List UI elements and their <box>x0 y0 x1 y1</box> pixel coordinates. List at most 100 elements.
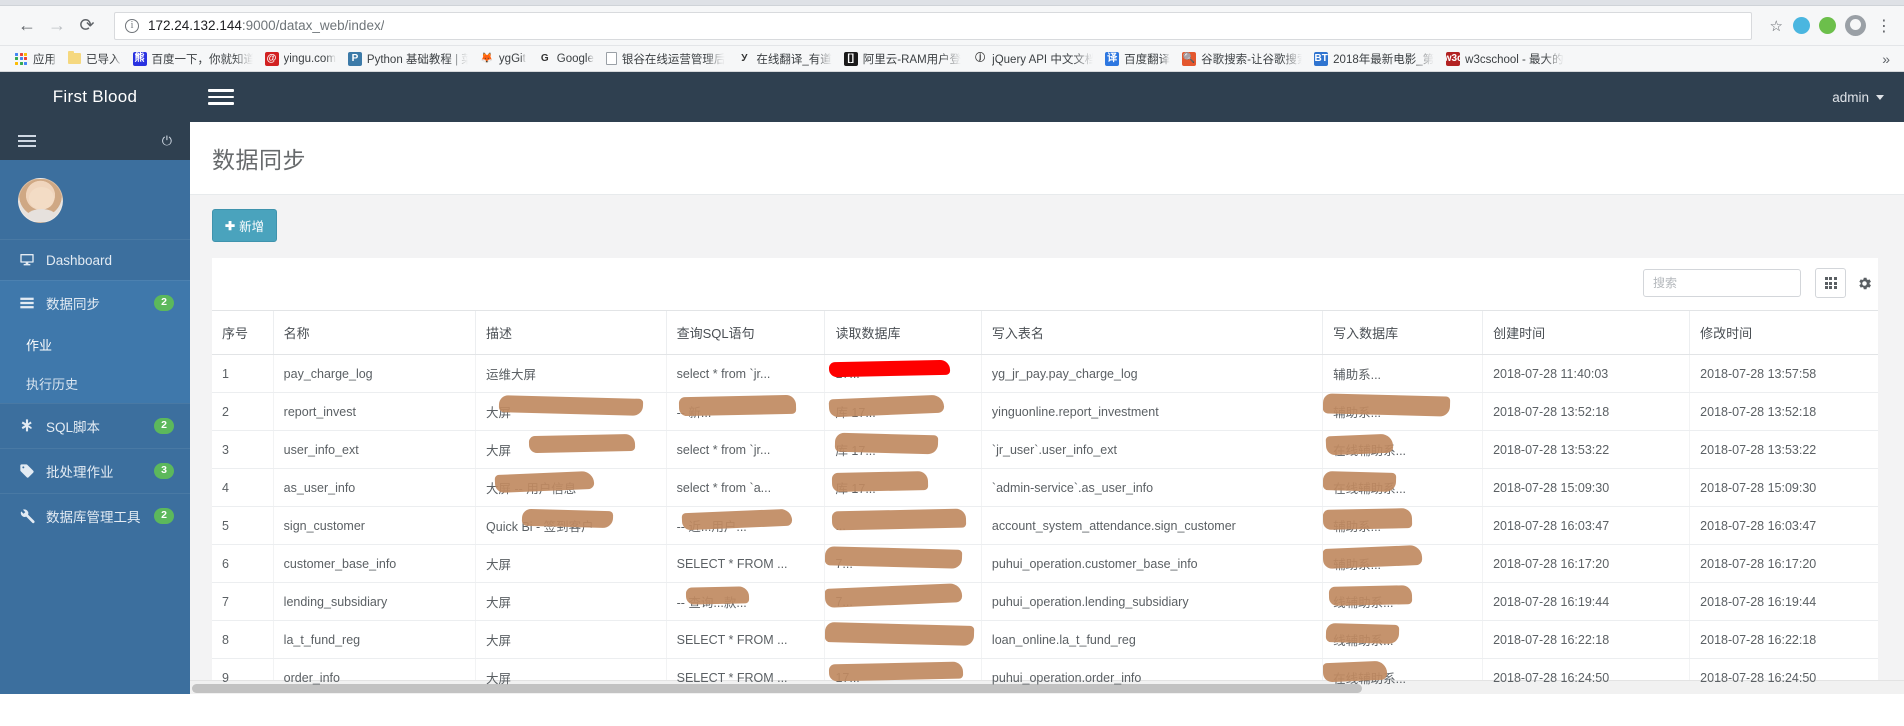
bookmark-item[interactable]: 译百度翻译 <box>1099 48 1176 70</box>
bookmark-item[interactable]: @ yingu.com <box>259 48 342 70</box>
cell-text: as_user_info <box>283 480 356 495</box>
cell-text: order_info <box>283 670 340 685</box>
cell-text: 3 <box>222 442 229 457</box>
cell-modified: 2018-07-28 16:03:47 <box>1689 506 1878 545</box>
user-menu[interactable]: admin <box>1832 90 1884 105</box>
sidebar-item-2[interactable]: 数据同步 2 <box>0 280 190 325</box>
table-row[interactable]: 7 lending_subsidiary 大屏 -- 查询...款... 7... puh… <box>212 582 1878 621</box>
bookmark-item[interactable]: w3c w3cschool - 最大的 <box>1440 48 1569 70</box>
browser-toolbar: ← → ⟳ i 172.24.132.144:9000/datax_web/in… <box>0 6 1904 46</box>
table-row[interactable]: 5 sign_customer Quick Bi - 签到客户 -- 近...用户..… <box>212 506 1878 545</box>
cell-text: 2018-07-28 15:09:30 <box>1700 480 1817 495</box>
column-header-7[interactable]: 写入数据库 <box>1322 310 1483 355</box>
column-header-5[interactable]: 读取数据库 <box>824 310 982 355</box>
cell-write_db: 在线辅助系... <box>1322 468 1483 507</box>
cell-text: select * from `a... <box>676 480 772 495</box>
sidebar-collapse-button[interactable] <box>18 135 36 147</box>
column-header-8[interactable]: 创建时间 <box>1482 310 1690 355</box>
cell-desc: 大屏 <box>475 392 667 431</box>
column-header-4[interactable]: 查询SQL语句 <box>665 310 825 355</box>
bookmark-item[interactable]: P Python 基础教程 | 菜 <box>342 48 474 70</box>
add-button[interactable]: ✚ 新增 <box>212 209 278 242</box>
bookmark-label: 百度一下，你就知道 <box>151 53 253 66</box>
cell-text: -- 新... <box>676 406 712 420</box>
column-header-6[interactable]: 写入表名 <box>980 310 1323 355</box>
cell-write_db: 线辅助系... <box>1322 620 1483 659</box>
avatar[interactable] <box>18 178 63 223</box>
bookmark-label: 银谷在线运营管理后 <box>621 53 726 66</box>
back-button[interactable]: ← <box>12 11 42 41</box>
bookmark-item[interactable]: 应用 <box>8 48 62 70</box>
address-bar[interactable]: i 172.24.132.144:9000/datax_web/index/ <box>114 11 1752 40</box>
redaction-mark <box>831 508 966 531</box>
search-input[interactable] <box>1643 269 1801 297</box>
page-header: 数据同步 <box>190 122 1904 195</box>
gitlab-icon: 🦊 <box>480 52 494 64</box>
sidebar-item-label: SQL脚本 <box>46 420 101 435</box>
cell-text: 大屏 <box>486 596 512 610</box>
column-header-3[interactable]: 描述 <box>475 310 667 355</box>
profile-avatar-icon[interactable] <box>1845 15 1866 36</box>
cell-desc: 大屏 -- 用户信息 <box>475 468 667 507</box>
bookmark-item[interactable]: [] 阿里云-RAM用户登 <box>838 48 967 70</box>
cell-read_db <box>824 620 982 659</box>
sidebar-item-4[interactable]: 批处理作业 3 <box>0 448 190 493</box>
bookmark-item[interactable]: 银谷在线运营管理后 <box>600 48 732 70</box>
table-row[interactable]: 8 la_t_fund_reg 大屏 SELECT * FROM ... loan_on… <box>212 620 1878 659</box>
sidebar-subitem-1[interactable]: 作业 <box>0 325 190 364</box>
cell-text: 线辅助系... <box>1333 634 1394 648</box>
bookmark-star-icon[interactable]: ☆ <box>1770 17 1783 35</box>
cell-write_table: puhui_operation.lending_subsidiary <box>980 582 1323 621</box>
cell-read_db: 库 17... <box>824 392 982 431</box>
extension-icon-2[interactable] <box>1819 17 1836 34</box>
bookmark-item[interactable]: ⓙ jQuery API 中文文档 <box>967 48 1099 70</box>
sidebar-item-1[interactable]: Dashboard <box>0 239 190 280</box>
table-row[interactable]: 6 customer_base_info 大屏 SELECT * FROM ... 7.… <box>212 544 1878 583</box>
cell-seq: 7 <box>212 582 274 621</box>
cell-text: 7... <box>835 556 853 571</box>
reload-button[interactable]: ⟳ <box>72 11 102 41</box>
bookmark-item[interactable]: 熊百度一下，你就知道 <box>127 48 259 70</box>
cell-text: SELECT * FROM ... <box>676 632 788 647</box>
bt-icon: BT <box>1314 51 1329 66</box>
sidebar-toggle-button[interactable] <box>208 89 234 105</box>
bookmark-item[interactable]: 🔍 谷歌搜索-让谷歌搜索 <box>1176 48 1308 70</box>
browser-menu-icon[interactable]: ⋮ <box>1876 16 1892 36</box>
scrollbar-thumb[interactable] <box>192 684 1362 693</box>
sidebar-item-label: 数据库管理工具 <box>46 510 141 525</box>
bookmark-item[interactable]: У 在线翻译_有道 <box>731 48 837 70</box>
page-icon <box>605 52 617 65</box>
cell-text: 17... <box>835 670 860 685</box>
columns-grid-icon[interactable] <box>1815 268 1846 298</box>
bookmark-label: yingu.com <box>283 52 336 65</box>
cell-modified: 2018-07-28 13:53:22 <box>1689 430 1878 469</box>
cell-text: select * from `jr... <box>676 366 771 381</box>
bookmark-label: 已导入 <box>86 53 121 66</box>
bookmark-item[interactable]: G Google <box>532 48 600 70</box>
cell-read_db: 库 17... <box>824 468 982 507</box>
extension-icon-1[interactable] <box>1793 17 1810 34</box>
asterisk-icon <box>18 418 35 434</box>
table-row[interactable]: 2 report_invest 大屏 -- 新... 库 17... yinguonlin… <box>212 392 1878 431</box>
column-header-9[interactable]: 修改时间 <box>1689 310 1878 355</box>
sidebar-item-3[interactable]: SQL脚本 2 <box>0 403 190 448</box>
table-toolbar <box>212 258 1878 310</box>
table-row[interactable]: 3 user_info_ext 大屏 select * from `jr... 库 17… <box>212 430 1878 469</box>
app-topbar: First Blood admin <box>0 72 1904 122</box>
forward-button[interactable]: → <box>42 11 72 41</box>
bookmark-item[interactable]: 已导入 <box>62 48 127 70</box>
bookmark-item[interactable]: 🦊 ygGit <box>474 48 532 70</box>
column-header-2[interactable]: 名称 <box>272 310 476 355</box>
bookmark-item[interactable]: BT 2018年最新电影_第 <box>1308 48 1440 70</box>
table-row[interactable]: 1 pay_charge_log 运维大屏 select * from `jr... 1… <box>212 354 1878 393</box>
gear-icon[interactable] <box>1850 268 1878 298</box>
column-header-1[interactable]: 序号 <box>212 310 274 355</box>
table-row[interactable]: 4 as_user_info 大屏 -- 用户信息 select * from `a.… <box>212 468 1878 507</box>
power-icon[interactable]: ⏻ <box>162 133 172 149</box>
bookmarks-overflow-icon[interactable]: » <box>1882 51 1896 67</box>
sidebar-subitem-2[interactable]: 执行历史 <box>0 364 190 403</box>
app-body: ⏻ Dashboard 数据同步 2 作业 执行历史 SQL脚本 2 批处理作业 3 数据库管理工… <box>0 122 1904 694</box>
cell-text: SELECT * FROM ... <box>676 556 788 571</box>
sidebar-item-5[interactable]: 数据库管理工具 2 <box>0 493 190 538</box>
site-info-icon[interactable]: i <box>125 18 139 33</box>
